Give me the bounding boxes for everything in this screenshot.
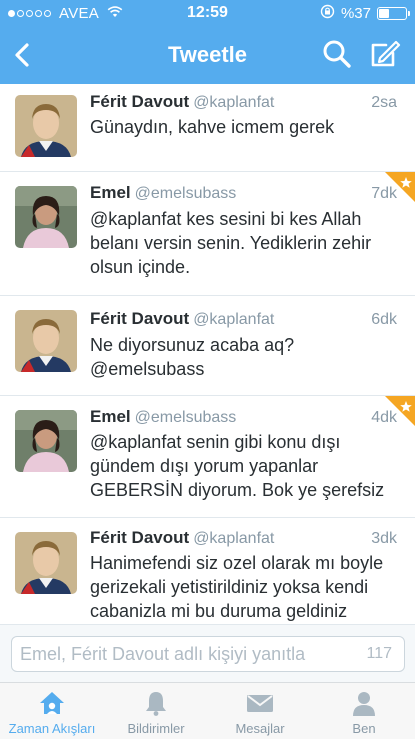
char-count: 117 — [366, 645, 392, 662]
tab-label: Zaman Akışları — [8, 721, 96, 736]
author-name: Emel — [90, 183, 131, 202]
home-icon — [38, 689, 66, 717]
tweet-text: Ne diyorsunuz acaba aq? @emelsubass — [90, 335, 295, 379]
tweet-author[interactable]: Férit Davout @kaplanfat — [90, 528, 274, 548]
tweet-row[interactable]: Férit Davout @kaplanfat 6dk Ne diyorsunuz… — [0, 296, 415, 396]
tweet-row[interactable]: Emel @emelsubass 4dk @kaplanfat senin gib… — [0, 396, 415, 518]
nav-bar: Tweetle — [0, 26, 415, 84]
tweet-author[interactable]: Emel @emelsubass — [90, 183, 236, 203]
author-handle: @emelsubass — [134, 409, 237, 426]
tweet-text: Günaydın, kahve icmem gerek — [90, 117, 335, 137]
tweet-row[interactable]: Férit Davout @kaplanfat 3dk Hanimefendi s… — [0, 518, 415, 624]
portrait-avatar[interactable] — [15, 532, 77, 594]
tab-bar: Zaman Akışları Bildirimler Mesajlar Ben — [0, 682, 415, 739]
tweet-time: 6dk — [371, 311, 397, 328]
author-name: Emel — [90, 407, 131, 426]
top-bar: AVEA 12:59 %37 Tweetle — [0, 0, 415, 84]
author-name: Férit Davout — [90, 528, 190, 547]
battery-icon — [377, 7, 410, 20]
tweet-author[interactable]: Emel @emelsubass — [90, 407, 236, 427]
tweet-author[interactable]: Férit Davout @kaplanfat — [90, 309, 274, 329]
author-name: Férit Davout — [90, 92, 190, 111]
tweet-row[interactable]: Férit Davout @kaplanfat 2sa Günaydın, kah… — [0, 84, 415, 172]
timeline-list[interactable]: Férit Davout @kaplanfat 2sa Günaydın, kah… — [0, 84, 415, 624]
woman-avatar[interactable] — [15, 186, 77, 248]
author-name: Férit Davout — [90, 309, 190, 328]
tab-timelines[interactable]: Zaman Akışları — [0, 683, 104, 739]
status-bar: AVEA 12:59 %37 — [0, 0, 415, 26]
compose-icon[interactable] — [368, 36, 402, 70]
tweet-row[interactable]: Emel @emelsubass 7dk @kaplanfat kes sesin… — [0, 172, 415, 296]
orientation-lock-icon — [320, 4, 335, 23]
tweet-time: 4dk — [371, 409, 397, 426]
reply-input[interactable]: Emel, Férit Davout adlı kişiyi yanıtla 1… — [11, 636, 405, 672]
status-right: %37 — [320, 4, 410, 23]
author-handle: @emelsubass — [134, 185, 237, 202]
tab-me[interactable]: Ben — [312, 683, 415, 739]
author-handle: @kaplanfat — [193, 311, 275, 328]
tweet-text: @kaplanfat kes sesini bi kes Allah belan… — [90, 209, 372, 277]
tweet-text: @kaplanfat senin gibi konu dışı gündem d… — [90, 432, 385, 500]
woman-avatar[interactable] — [15, 410, 77, 472]
tab-label: Ben — [352, 721, 376, 736]
tab-messages[interactable]: Mesajlar — [208, 683, 312, 739]
reply-placeholder: Emel, Férit Davout adlı kişiyi yanıtla — [20, 644, 306, 664]
tweet-time: 2sa — [371, 94, 397, 111]
reply-bar: Emel, Férit Davout adlı kişiyi yanıtla 1… — [0, 624, 415, 682]
tweet-time: 7dk — [371, 185, 397, 202]
tab-notifications[interactable]: Bildirimler — [104, 683, 208, 739]
tweet-author[interactable]: Férit Davout @kaplanfat — [90, 92, 274, 112]
envelope-icon — [246, 689, 274, 717]
battery-percent: %37 — [340, 5, 371, 22]
search-icon[interactable] — [321, 38, 353, 70]
author-handle: @kaplanfat — [193, 94, 275, 111]
portrait-avatar[interactable] — [15, 95, 77, 157]
tweet-text: Hanimefendi siz ozel olarak mı boyle ger… — [90, 553, 384, 621]
person-icon — [350, 689, 378, 717]
portrait-avatar[interactable] — [15, 310, 77, 372]
tweet-time: 3dk — [371, 530, 397, 547]
tab-label: Mesajlar — [235, 721, 285, 736]
battery-level — [379, 9, 390, 18]
tab-label: Bildirimler — [127, 721, 185, 736]
bell-icon — [142, 689, 170, 717]
author-handle: @kaplanfat — [193, 530, 275, 547]
